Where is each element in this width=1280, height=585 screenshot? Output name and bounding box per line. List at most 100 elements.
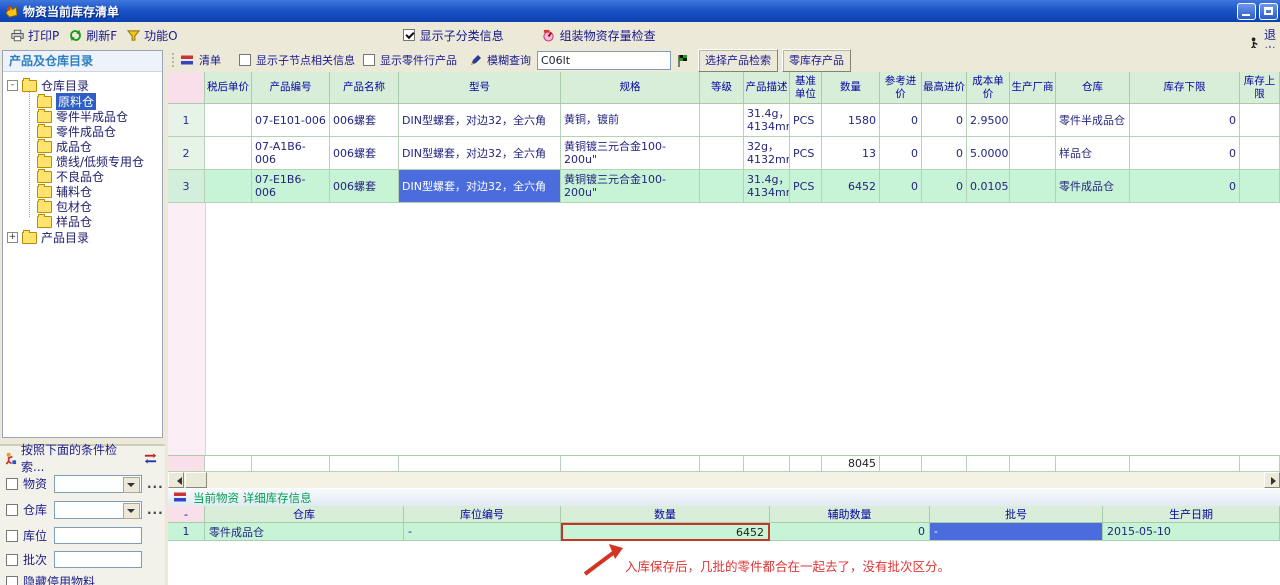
material-checkbox[interactable] (6, 478, 18, 490)
cell[interactable]: 0 (1130, 170, 1240, 203)
cell[interactable]: 1580 (822, 104, 880, 137)
cell[interactable] (205, 104, 252, 137)
cell[interactable]: - (404, 523, 561, 541)
cell[interactable]: PCS (790, 137, 822, 170)
show-child-info-checkbox[interactable]: 显示子节点相关信息 (239, 52, 355, 68)
cell[interactable]: 0 (880, 104, 922, 137)
fuzzy-search-input[interactable] (537, 51, 671, 70)
cell[interactable] (1240, 170, 1280, 203)
dropdown-arrow-icon[interactable] (123, 503, 140, 519)
cell[interactable]: 2.950000 (967, 104, 1010, 137)
cell[interactable] (700, 170, 744, 203)
show-part-products-checkbox[interactable]: 显示零件行产品 (363, 52, 457, 68)
scrollbar-thumb[interactable] (185, 472, 207, 488)
minimize-button[interactable] (1237, 3, 1256, 20)
warehouse-browse-button[interactable]: ... (147, 503, 164, 517)
batch-input[interactable] (54, 551, 142, 568)
selected-batch-cell[interactable]: - (930, 523, 1103, 541)
quantity-cell-annotated[interactable]: 6452 (561, 523, 770, 541)
cell[interactable]: 13 (822, 137, 880, 170)
swap-arrows-icon[interactable] (144, 452, 157, 465)
cell[interactable]: 6452 (822, 170, 880, 203)
cell[interactable]: 5.000000 (967, 137, 1010, 170)
cell[interactable]: 0 (770, 523, 930, 541)
cell[interactable]: 零件半成品仓 (1056, 104, 1130, 137)
detail-row[interactable]: 1 零件成品仓 - 6452 0 - 2015-05-10 (168, 523, 1280, 541)
dropdown-arrow-icon[interactable] (123, 477, 140, 493)
cell[interactable]: 零件成品仓 (205, 523, 404, 541)
tree-root-warehouse[interactable]: - 仓库目录 (7, 78, 89, 92)
warehouse-checkbox[interactable] (6, 504, 18, 516)
horizontal-scrollbar[interactable] (168, 472, 1280, 488)
cell[interactable]: 07-A1B6-006 (252, 137, 330, 170)
table-row[interactable]: 2 07-A1B6-006 006螺套 DIN型螺套，对边32，全六角 黄铜镀三… (168, 137, 1280, 170)
cell[interactable] (205, 170, 252, 203)
cell[interactable]: DIN型螺套，对边32，全六角 (399, 137, 561, 170)
zero-stock-products-button[interactable]: 零库存产品 (782, 49, 851, 72)
tree-item[interactable]: 不良品仓 (37, 169, 104, 183)
cell[interactable]: 0 (922, 104, 967, 137)
cell[interactable] (1240, 137, 1280, 170)
cell[interactable] (700, 104, 744, 137)
cell[interactable] (1240, 104, 1280, 137)
tree-item[interactable]: 零件半成品仓 (37, 109, 128, 123)
tree-root-products[interactable]: + 产品目录 (7, 230, 89, 244)
list-button[interactable]: 清单 (181, 52, 221, 68)
cell[interactable]: PCS (790, 104, 822, 137)
tree-item[interactable]: 包材仓 (37, 199, 92, 213)
cell[interactable]: 006螺套 (330, 170, 399, 203)
collapse-icon[interactable]: - (7, 80, 18, 91)
hide-disabled-checkbox[interactable] (6, 576, 18, 585)
cell[interactable]: 零件成品仓 (1056, 170, 1130, 203)
expand-icon[interactable]: + (7, 232, 18, 243)
scroll-left-button[interactable] (168, 472, 184, 488)
cell[interactable]: 0.010542 (967, 170, 1010, 203)
cell[interactable]: 006螺套 (330, 104, 399, 137)
cell[interactable]: 黄铜镀三元合金100-200u" (561, 137, 700, 170)
cell[interactable]: 0 (1130, 137, 1240, 170)
selected-cell[interactable]: DIN型螺套，对边32，全六角 (399, 170, 561, 203)
select-product-search-button[interactable]: 选择产品检索 (698, 49, 778, 72)
assembly-check-button[interactable]: 组装物资存量检查 (542, 27, 656, 44)
tree-item[interactable]: 成品仓 (37, 139, 92, 153)
cell[interactable]: 07-E101-006 (252, 104, 330, 137)
cell[interactable]: DIN型螺套，对边32，全六角 (399, 104, 561, 137)
cell[interactable] (1010, 137, 1056, 170)
table-row-selected[interactable]: 3 07-E1B6-006 006螺套 DIN型螺套，对边32，全六角 黄铜镀三… (168, 170, 1280, 203)
show-subcategory-checkbox[interactable]: 显示子分类信息 (403, 27, 504, 44)
cell[interactable]: 0 (1130, 104, 1240, 137)
table-row[interactable]: 1 07-E101-006 006螺套 DIN型螺套，对边32，全六角 黄铜，镀… (168, 104, 1280, 137)
cell[interactable]: 0 (880, 170, 922, 203)
print-button[interactable]: 打印P (6, 25, 64, 46)
tree-item[interactable]: 零件成品仓 (37, 124, 116, 138)
cell[interactable]: 31.4g，4134mm2 (744, 104, 790, 137)
tree-item[interactable]: 辅料仓 (37, 184, 92, 198)
cell[interactable]: 32g，4132mm2 (744, 137, 790, 170)
cell[interactable]: 07-E1B6-006 (252, 170, 330, 203)
cell[interactable]: 样品仓 (1056, 137, 1130, 170)
cell[interactable]: 006螺套 (330, 137, 399, 170)
cell[interactable] (205, 137, 252, 170)
cell[interactable]: 31.4g，4134mm2 (744, 170, 790, 203)
cell[interactable] (1010, 104, 1056, 137)
cell[interactable]: 0 (880, 137, 922, 170)
scroll-right-button[interactable] (1264, 472, 1280, 488)
material-browse-button[interactable]: ... (147, 477, 164, 491)
cell[interactable]: 黄铜镀三元合金100-200u" (561, 170, 700, 203)
tools-button[interactable]: 功能O (122, 25, 182, 46)
verify-flag-icon[interactable] (677, 54, 690, 67)
cell[interactable]: PCS (790, 170, 822, 203)
batch-checkbox[interactable] (6, 554, 18, 566)
tree-item[interactable]: 馈线/低频专用仓 (37, 154, 144, 168)
cell[interactable]: 黄铜，镀前 (561, 104, 700, 137)
cell[interactable]: 2015-05-10 (1103, 523, 1280, 541)
cell[interactable] (1010, 170, 1056, 203)
cell[interactable]: 0 (922, 137, 967, 170)
location-input[interactable] (54, 527, 142, 544)
cell[interactable] (700, 137, 744, 170)
warehouse-combobox[interactable] (54, 501, 142, 519)
cell[interactable]: 0 (922, 170, 967, 203)
tree-item[interactable]: 样品仓 (37, 214, 92, 228)
refresh-button[interactable]: 刷新F (64, 25, 122, 46)
location-checkbox[interactable] (6, 530, 18, 542)
